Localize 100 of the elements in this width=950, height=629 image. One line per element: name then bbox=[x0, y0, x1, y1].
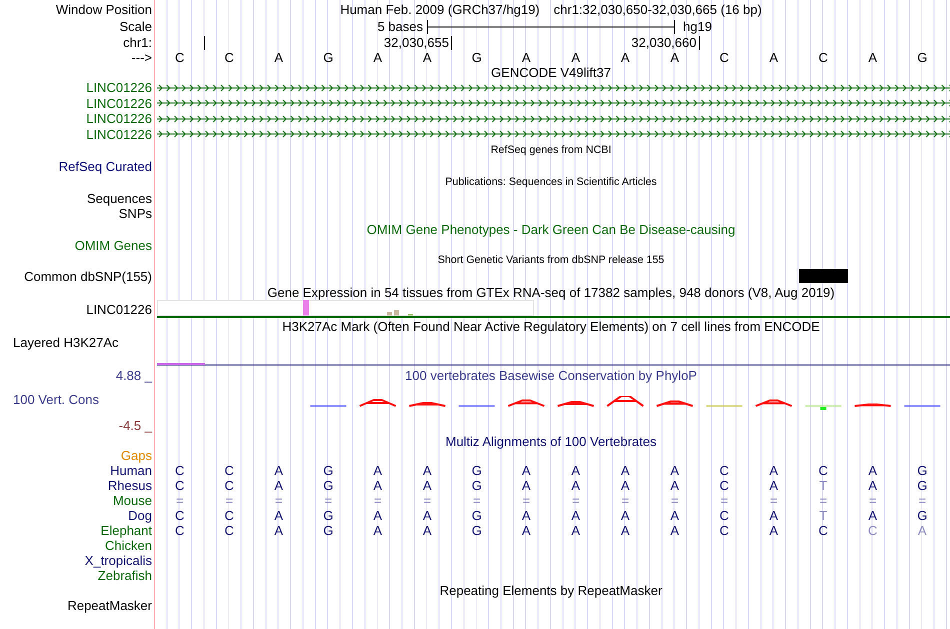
track-title: GENCODE V49lift37 bbox=[491, 65, 611, 80]
base-letter: A bbox=[373, 523, 382, 538]
base-letter: = bbox=[770, 493, 778, 508]
base-letter: = bbox=[670, 493, 679, 508]
track-label: LINC01226 bbox=[86, 80, 152, 96]
base-letter: = bbox=[868, 493, 877, 508]
base-letter: G bbox=[323, 50, 334, 65]
track-label: LINC01226 bbox=[86, 96, 152, 111]
base-letter: A bbox=[918, 523, 927, 538]
track-label: RepeatMasker bbox=[67, 598, 152, 613]
base-letter: A bbox=[620, 463, 630, 478]
base-letter: A bbox=[522, 463, 531, 478]
base-letter: A bbox=[670, 478, 680, 493]
base-letter: A bbox=[422, 508, 432, 523]
base-letter: A bbox=[522, 508, 531, 523]
track-label: X_tropicalis bbox=[84, 553, 152, 568]
base-letter: T bbox=[819, 478, 828, 493]
track-title: Multiz Alignments of 100 Vertebrates bbox=[445, 434, 656, 449]
base-letter: A bbox=[422, 523, 432, 538]
track-label: Chicken bbox=[105, 538, 152, 553]
base-letter: = bbox=[472, 493, 481, 508]
base-letter: C bbox=[818, 50, 828, 65]
base-letter: A bbox=[620, 50, 630, 65]
base-letter: = bbox=[522, 493, 530, 508]
strand-label: ---> bbox=[131, 50, 152, 65]
base-letter: C bbox=[818, 523, 828, 538]
base-letter: A bbox=[373, 508, 382, 523]
tick-mark bbox=[698, 36, 700, 50]
conservation-bar bbox=[408, 402, 446, 407]
base-letter: G bbox=[472, 463, 482, 478]
base-letter: A bbox=[571, 508, 580, 523]
base-letter: G bbox=[323, 463, 334, 478]
track-title: RefSeq genes from NCBI bbox=[490, 143, 612, 158]
base-letter: A bbox=[868, 463, 878, 478]
base-letter: A bbox=[522, 478, 531, 493]
track-label: LINC01226 bbox=[86, 302, 152, 316]
base-letter: A bbox=[274, 478, 284, 493]
track-label: SNPs bbox=[118, 206, 152, 221]
base-letter: A bbox=[274, 508, 284, 523]
base-letter: A bbox=[620, 523, 630, 538]
track-label: Human bbox=[110, 463, 152, 478]
base-letter: C bbox=[224, 523, 234, 538]
base-letter: A bbox=[868, 50, 878, 65]
track-title: 100 vertebrates Basewise Conservation by PhyloP bbox=[405, 368, 697, 383]
base-letter: G bbox=[917, 50, 928, 65]
base-letter: = bbox=[572, 493, 580, 508]
gene-feature[interactable] bbox=[157, 84, 950, 92]
gene-feature[interactable] bbox=[157, 99, 950, 108]
track-label: Zebrafish bbox=[98, 568, 152, 583]
base-letter: G bbox=[323, 523, 334, 538]
base-letter: A bbox=[422, 50, 432, 65]
gene-feature[interactable] bbox=[157, 114, 950, 123]
chromosome-label: chr1: bbox=[123, 35, 152, 50]
tick-label: 32,030,660 bbox=[631, 35, 696, 50]
track-label: Elephant bbox=[100, 523, 152, 538]
base-letter: = bbox=[274, 493, 283, 508]
base-letter: T bbox=[819, 508, 828, 523]
base-letter: G bbox=[917, 463, 928, 478]
base-letter: C bbox=[720, 478, 729, 493]
base-letter: C bbox=[224, 508, 234, 523]
conservation-bar bbox=[854, 404, 892, 407]
track-label: LINC01226 bbox=[86, 126, 152, 142]
base-letter: G bbox=[323, 478, 334, 493]
base-letter: = bbox=[176, 493, 184, 508]
gene-feature[interactable] bbox=[157, 130, 950, 138]
track-label: LINC01226 bbox=[86, 111, 152, 126]
base-letter: = bbox=[621, 493, 630, 508]
base-letter: = bbox=[720, 493, 728, 508]
track-title: Short Genetic Variants from dbSNP release 155 bbox=[438, 252, 664, 268]
base-letter: = bbox=[423, 493, 432, 508]
track-label: Mouse bbox=[112, 493, 152, 508]
base-letter: G bbox=[917, 478, 928, 493]
base-letter: A bbox=[620, 508, 630, 523]
track-title: Gene Expression in 54 tissues from GTEx RNA-seq of 17382 samples, 948 donors (V8, Aug 2019) bbox=[267, 284, 835, 300]
base-letter: A bbox=[769, 463, 778, 478]
track-label: Gaps bbox=[120, 448, 152, 463]
tick-mark bbox=[451, 36, 452, 50]
base-letter: A bbox=[769, 50, 778, 65]
track-label: Layered H3K27Ac bbox=[13, 335, 119, 350]
expression-bar bbox=[387, 312, 392, 316]
base-letter: A bbox=[422, 478, 432, 493]
conservation-bar bbox=[507, 400, 546, 407]
expression-bar bbox=[303, 300, 309, 316]
base-letter: A bbox=[522, 523, 531, 538]
base-letter: A bbox=[373, 50, 382, 65]
base-letter: A bbox=[274, 50, 284, 65]
window-position-label: Window Position bbox=[56, 2, 152, 16]
track-label: Dog bbox=[128, 508, 152, 523]
base-letter: G bbox=[323, 508, 334, 523]
base-letter: = bbox=[918, 493, 926, 508]
base-letter: C bbox=[175, 50, 184, 65]
base-letter: A bbox=[373, 463, 382, 478]
conservation-bar bbox=[754, 400, 793, 407]
conservation-bar bbox=[606, 396, 644, 407]
base-letter: A bbox=[769, 508, 778, 523]
track-label: RefSeq Curated bbox=[58, 159, 152, 174]
base-letter: A bbox=[769, 478, 778, 493]
base-letter: G bbox=[472, 50, 482, 65]
base-letter: C bbox=[175, 523, 184, 538]
track-label: Sequences bbox=[86, 191, 152, 206]
